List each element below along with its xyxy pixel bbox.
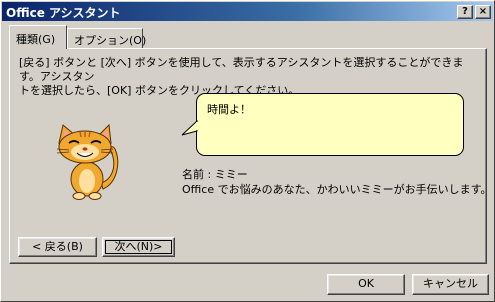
- instruction-text: [戻る] ボタンと [次へ] ボタンを使用して、表示するアシスタントを選択するこ…: [19, 56, 471, 98]
- tab-options-label: オプション(O): [74, 34, 147, 47]
- speech-bubble: 時間よ！: [196, 93, 464, 156]
- back-button[interactable]: < 戻る(B): [18, 237, 97, 257]
- speech-bubble-tail: [181, 119, 198, 136]
- assistant-name-value: ミミー: [214, 168, 248, 181]
- cancel-button[interactable]: キャンセル: [412, 274, 489, 295]
- tab-type-label: 種類(G): [16, 33, 56, 46]
- instruction-line-1: [戻る] ボタンと [次へ] ボタンを使用して、表示するアシスタントを選択するこ…: [19, 56, 464, 83]
- bubble-text: 時間よ！: [207, 103, 251, 116]
- window-title: Office アシスタント: [6, 6, 121, 20]
- assistant-description: Office でお悩みのあなた、かわいいミミーがお手伝いします。: [182, 183, 492, 196]
- assistant-dialog: Office アシスタント ? × 種類(G) オプション(O) [戻る] ボタ…: [0, 0, 495, 302]
- close-button[interactable]: ×: [475, 5, 491, 19]
- next-button[interactable]: 次へ(N)>: [102, 237, 175, 257]
- tab-type[interactable]: 種類(G): [9, 25, 67, 49]
- title-bar[interactable]: Office アシスタント ? ×: [2, 2, 493, 21]
- ok-button[interactable]: OK: [327, 274, 405, 295]
- tab-options[interactable]: オプション(O): [67, 28, 147, 48]
- help-button[interactable]: ?: [457, 5, 473, 19]
- assistant-name-label: 名前 :: [182, 168, 212, 181]
- cat-assistant-icon[interactable]: [47, 121, 125, 201]
- assistant-name: 名前 : ミミー: [182, 166, 248, 182]
